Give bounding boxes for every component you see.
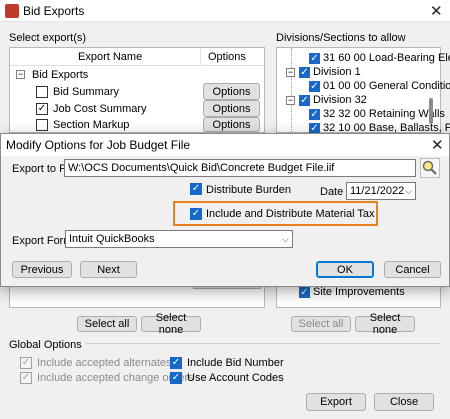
tree-item[interactable]: Division 1 xyxy=(313,66,361,78)
col-options[interactable]: Options xyxy=(208,51,246,63)
window-titlebar: Bid Exports ✕ xyxy=(0,0,450,22)
window-title: Bid Exports xyxy=(23,4,85,18)
chevron-down-icon[interactable]: ⌵ xyxy=(405,186,412,197)
distribute-burden-label: Distribute Burden xyxy=(206,184,291,196)
check-icon: ✓ xyxy=(21,357,31,368)
right-select-none-button[interactable]: Select none xyxy=(355,312,415,336)
check-icon: ✓ xyxy=(310,80,319,92)
bid-summary-label: Bid Summary xyxy=(53,86,120,98)
cancel-button[interactable]: Cancel xyxy=(384,261,441,278)
check-icon: ✓ xyxy=(300,94,309,106)
check-icon: ✓ xyxy=(191,208,201,219)
date-label: Date xyxy=(320,186,344,198)
export-format-value: Intuit QuickBooks xyxy=(69,233,155,245)
check-icon: ✓ xyxy=(310,108,319,120)
previous-button[interactable]: Previous xyxy=(12,261,72,278)
left-select-all-button[interactable]: Select all xyxy=(77,316,137,332)
select-exports-label: Select export(s) xyxy=(9,32,87,44)
check-icon: ✓ xyxy=(300,286,309,298)
check-icon: ✓ xyxy=(21,372,31,383)
tree-item[interactable]: 32 32 00 Retaining Walls xyxy=(323,108,445,120)
left-select-none-button[interactable]: Select none xyxy=(141,312,201,336)
right-select-all-button[interactable]: Select all xyxy=(291,316,351,332)
job-cost-summary-options-button[interactable]: Options xyxy=(203,100,260,117)
use-account-codes-checkbox[interactable]: ✓ xyxy=(170,372,182,384)
browse-button[interactable] xyxy=(420,158,440,178)
use-account-codes-label: Use Account Codes xyxy=(187,372,284,384)
distribute-burden-checkbox[interactable]: ✓ xyxy=(190,183,202,195)
exports-list: Export Name Options − Bid Exports Bid Su… xyxy=(9,47,265,133)
division-checkbox[interactable]: ✓ xyxy=(309,81,320,92)
job-cost-summary-label: Job Cost Summary xyxy=(53,103,147,115)
collapse-icon[interactable]: − xyxy=(286,96,295,105)
ok-button[interactable]: OK xyxy=(316,261,374,278)
material-tax-checkbox[interactable]: ✓ xyxy=(190,208,202,220)
date-picker[interactable]: 11/21/2022 ⌵ xyxy=(346,182,416,200)
tree-item[interactable]: Division 32 xyxy=(313,94,367,106)
export-path-field[interactable]: W:\OCS Documents\Quick Bid\Concrete Budg… xyxy=(64,159,416,177)
dialog-titlebar: Modify Options for Job Budget File ✕ xyxy=(1,134,449,156)
tree-item[interactable]: 01 00 00 General Condition xyxy=(323,80,450,92)
include-bid-number-checkbox[interactable]: ✓ xyxy=(170,357,182,369)
dialog-close-icon[interactable]: ✕ xyxy=(431,138,444,153)
app-icon xyxy=(5,4,19,18)
division-checkbox[interactable]: ✓ xyxy=(299,95,310,106)
divisions-tree: ✓ 31 60 00 Load-Bearing Eler − ✓ Divisio… xyxy=(276,47,450,134)
material-tax-label: Include and Distribute Material Tax xyxy=(206,208,375,220)
division-checkbox[interactable]: ✓ xyxy=(309,53,320,64)
tree-item[interactable]: 31 60 00 Load-Bearing Eler xyxy=(323,52,450,64)
dialog-title: Modify Options for Job Budget File xyxy=(6,138,191,152)
check-icon: ✓ xyxy=(300,66,309,78)
check-icon: ✓ xyxy=(191,183,201,194)
tree-line xyxy=(291,48,292,134)
col-divider xyxy=(200,48,201,66)
collapse-icon[interactable]: − xyxy=(286,68,295,77)
divisions-label: Divisions/Sections to allow xyxy=(276,32,406,44)
export-path-value: W:\OCS Documents\Quick Bid\Concrete Budg… xyxy=(68,162,335,174)
chevron-down-icon[interactable]: ⌵ xyxy=(282,234,289,245)
include-alternates-label: Include accepted alternates xyxy=(37,357,172,369)
close-button[interactable]: Close xyxy=(374,393,434,411)
tree-item[interactable]: Site Improvements xyxy=(313,286,405,298)
bid-summary-checkbox[interactable] xyxy=(36,86,48,98)
section-markup-options-button[interactable]: Options xyxy=(203,117,260,132)
include-change-orders-checkbox[interactable]: ✓ xyxy=(20,372,32,384)
export-format-select[interactable]: Intuit QuickBooks ⌵ xyxy=(65,230,293,248)
check-icon: ✓ xyxy=(171,372,181,383)
section-markup-label: Section Markup xyxy=(53,119,130,131)
division-checkbox[interactable]: ✓ xyxy=(299,67,310,78)
check-icon: ✓ xyxy=(310,122,319,134)
global-options-label: Global Options xyxy=(9,339,86,351)
scrollbar-thumb[interactable] xyxy=(429,98,433,124)
date-value: 11/21/2022 xyxy=(350,185,405,197)
collapse-icon[interactable]: − xyxy=(16,70,25,79)
tree-root-label: Bid Exports xyxy=(32,69,89,81)
window-close-icon[interactable]: ✕ xyxy=(430,4,443,19)
divisions-tree-bottom: ✓ Site Improvements xyxy=(276,286,441,308)
include-alternates-checkbox[interactable]: ✓ xyxy=(20,357,32,369)
check-icon: ✓ xyxy=(171,357,181,368)
job-cost-summary-checkbox[interactable]: ✓ xyxy=(36,103,48,115)
division-checkbox[interactable]: ✓ xyxy=(309,109,320,120)
export-button[interactable]: Export xyxy=(306,393,366,411)
col-export-name[interactable]: Export Name xyxy=(78,51,142,63)
division-checkbox[interactable]: ✓ xyxy=(299,287,310,298)
search-icon xyxy=(422,160,437,175)
exports-list-header: Export Name Options xyxy=(10,48,264,66)
check-icon: ✓ xyxy=(310,52,319,64)
bid-summary-options-button[interactable]: Options xyxy=(203,83,260,100)
exports-list-bottom xyxy=(9,286,265,308)
include-bid-number-label: Include Bid Number xyxy=(187,357,284,369)
check-icon: ✓ xyxy=(37,103,47,114)
next-button[interactable]: Next xyxy=(80,261,137,278)
section-markup-checkbox[interactable] xyxy=(36,119,48,131)
modify-options-dialog: Modify Options for Job Budget File ✕ Exp… xyxy=(0,133,450,287)
